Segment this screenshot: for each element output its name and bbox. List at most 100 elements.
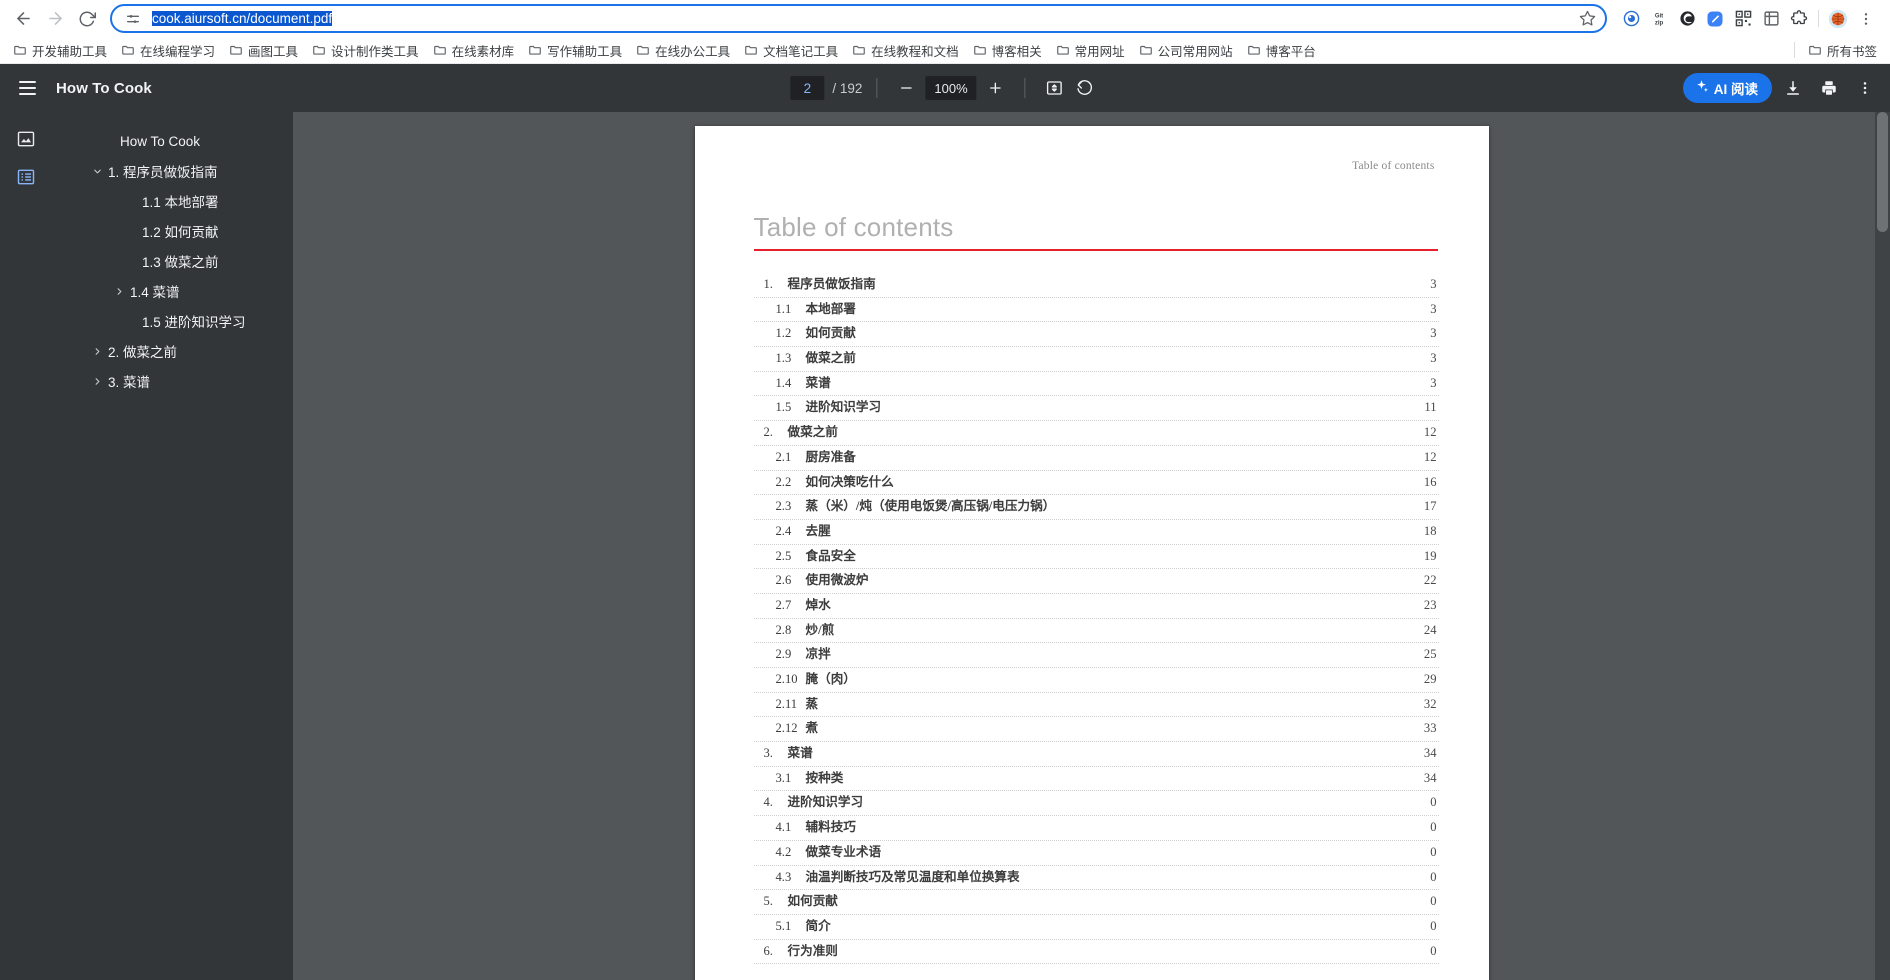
outline-item-label: 3. 菜谱	[108, 375, 151, 390]
toc-entry[interactable]: 2.4 去腥 18	[753, 520, 1439, 545]
bookmark-item[interactable]: 开发辅助工具	[6, 38, 114, 63]
extension-blue-note-icon[interactable]	[1701, 5, 1729, 33]
bookmark-item[interactable]: 设计制作类工具	[305, 38, 426, 63]
all-bookmarks-button[interactable]: 所有书签	[1801, 38, 1884, 63]
sidebar-toggle-button[interactable]	[10, 71, 44, 105]
ai-read-button[interactable]: AI 阅读	[1682, 73, 1772, 103]
chevron-right-icon[interactable]	[108, 286, 130, 297]
toc-entry[interactable]: 1.1 本地部署 3	[753, 298, 1439, 323]
pdf-page-area[interactable]: Table of contents Table of contents 1. 程序…	[293, 112, 1890, 980]
bookmark-item[interactable]: 画图工具	[222, 38, 305, 63]
address-bar[interactable]: cook.aiursoft.cn/document.pdf	[110, 4, 1607, 33]
toc-entry[interactable]: 1.5 进阶知识学习 11	[753, 396, 1439, 422]
toc-entry[interactable]: 2.9 凉拌 25	[753, 643, 1439, 668]
thumbnail-view-icon[interactable]	[13, 126, 39, 152]
toc-entry[interactable]: 2.12 煮 33	[753, 717, 1439, 743]
extension-dark-globe-icon[interactable]	[1673, 5, 1701, 33]
chevron-right-icon[interactable]	[86, 346, 108, 357]
bookmark-item[interactable]: 公司常用网站	[1132, 38, 1240, 63]
zoom-in-button[interactable]	[981, 73, 1011, 103]
scrollbar-thumb[interactable]	[1877, 112, 1888, 232]
outline-item-label: 2. 做菜之前	[108, 345, 178, 360]
toc-entry-title: 焯水	[805, 597, 831, 612]
toc-entry[interactable]: 1.3 做菜之前 3	[753, 347, 1439, 372]
toc-entry[interactable]: 3.1 按种类 34	[753, 767, 1439, 792]
toc-entry-number: 2.9	[775, 647, 792, 662]
reload-button[interactable]	[72, 4, 102, 34]
extension-grid-icon[interactable]	[1757, 5, 1785, 33]
toc-entry[interactable]: 2.8 炒/煎 24	[753, 619, 1439, 644]
toc-entry[interactable]: 4.3 油温判断技巧及常见温度和单位换算表 0	[753, 866, 1439, 891]
toc-entry[interactable]: 2.3 蒸（米）/炖（使用电饭煲/高压锅/电压力锅） 17	[753, 495, 1439, 520]
extensions-puzzle-icon[interactable]	[1785, 5, 1813, 33]
outline-item-1-2[interactable]: 1.2 如何贡献	[52, 216, 293, 246]
toc-entry[interactable]: 1.2 如何贡献 3	[753, 322, 1439, 348]
toc-entry[interactable]: 2.1 厨房准备 12	[753, 446, 1439, 471]
chrome-menu-icon[interactable]	[1852, 5, 1880, 33]
bookmark-item[interactable]: 在线编程学习	[114, 38, 222, 63]
outline-item-chapter-3[interactable]: 3. 菜谱	[52, 366, 293, 396]
toc-entry-number: 2.2	[775, 474, 792, 489]
outline-item-1-1[interactable]: 1.1 本地部署	[52, 186, 293, 216]
toc-entry[interactable]: 2.10 腌（肉） 29	[753, 668, 1439, 693]
folder-icon	[13, 43, 27, 57]
gitzip-extension-icon[interactable]: Git zip	[1645, 5, 1673, 33]
toc-entry-title: 厨房准备	[805, 449, 856, 464]
toc-entry[interactable]: 4.1 辅料技巧 0	[753, 816, 1439, 841]
vertical-scrollbar[interactable]	[1875, 112, 1890, 980]
fit-to-page-button[interactable]	[1040, 73, 1070, 103]
toc-entry[interactable]: 4. 进阶知识学习 0	[753, 791, 1439, 817]
profile-avatar-icon[interactable]	[1824, 5, 1852, 33]
toc-entry[interactable]: 3. 菜谱 34	[753, 742, 1439, 767]
outline-item-how-to-cook[interactable]: How To Cook	[52, 126, 293, 156]
toc-entry[interactable]: 5.1 简介 0	[753, 915, 1439, 940]
bookmark-item[interactable]: 写作辅助工具	[521, 38, 629, 63]
toc-entry[interactable]: 5. 如何贡献 0	[753, 890, 1439, 915]
forward-button[interactable]	[40, 4, 70, 34]
outline-item-label: 1.2 如何贡献	[142, 225, 219, 240]
bookmark-item[interactable]: 在线教程和文档	[845, 38, 966, 63]
toc-entry[interactable]: 2. 做菜之前 12	[753, 421, 1439, 446]
toc-entry-page-number: 0	[1430, 795, 1437, 810]
bookmark-item[interactable]: 在线素材库	[426, 38, 522, 63]
ai-read-label: AI 阅读	[1713, 82, 1758, 97]
toc-entry[interactable]: 2.6 使用微波炉 22	[753, 569, 1439, 594]
chevron-down-icon[interactable]	[86, 166, 108, 177]
toc-entry-page-number: 19	[1423, 548, 1437, 563]
sidebar-view-rail	[0, 112, 52, 980]
zoom-out-button[interactable]	[891, 73, 921, 103]
toc-entry[interactable]: 2.7 焯水 23	[753, 594, 1439, 619]
outline-item-1-4[interactable]: 1.4 菜谱	[52, 276, 293, 306]
zoom-level-display[interactable]: 100%	[925, 76, 977, 100]
outline-item-chapter-2[interactable]: 2. 做菜之前	[52, 336, 293, 366]
chevron-right-icon[interactable]	[86, 376, 108, 387]
toc-entry[interactable]: 6. 行为准则 0	[753, 940, 1439, 965]
outline-item-chapter-1[interactable]: 1. 程序员做饭指南	[52, 156, 293, 186]
bookmark-star-icon[interactable]	[1575, 7, 1599, 31]
extension-blue-circle-icon[interactable]	[1617, 5, 1645, 33]
more-actions-button[interactable]	[1850, 73, 1880, 103]
document-outline-icon[interactable]	[13, 164, 39, 190]
print-button[interactable]	[1814, 73, 1844, 103]
toc-entry[interactable]: 2.2 如何决策吃什么 16	[753, 471, 1439, 496]
url-text[interactable]: cook.aiursoft.cn/document.pdf	[152, 11, 1575, 26]
outline-item-1-3[interactable]: 1.3 做菜之前	[52, 246, 293, 276]
bookmark-item[interactable]: 博客相关	[966, 38, 1049, 63]
toc-entry-title: 蒸（米）/炖（使用电饭煲/高压锅/电压力锅）	[805, 499, 1056, 514]
rotate-button[interactable]	[1070, 73, 1100, 103]
toc-entry[interactable]: 2.11 蒸 32	[753, 693, 1439, 718]
toc-entry[interactable]: 4.2 做菜专业术语 0	[753, 841, 1439, 866]
page-number-input[interactable]: 2	[790, 76, 825, 100]
bookmark-item[interactable]: 博客平台	[1240, 38, 1323, 63]
back-button[interactable]	[8, 4, 38, 34]
toc-entry[interactable]: 1. 程序员做饭指南 3	[753, 273, 1439, 298]
page-info-icon[interactable]	[122, 8, 144, 30]
bookmark-item[interactable]: 文档笔记工具	[737, 38, 845, 63]
toc-entry[interactable]: 1.4 菜谱 3	[753, 372, 1439, 397]
toc-entry[interactable]: 2.5 食品安全 19	[753, 545, 1439, 570]
qr-code-extension-icon[interactable]	[1729, 5, 1757, 33]
bookmark-item[interactable]: 在线办公工具	[629, 38, 737, 63]
bookmark-item[interactable]: 常用网址	[1049, 38, 1132, 63]
outline-item-1-5[interactable]: 1.5 进阶知识学习	[52, 306, 293, 336]
download-button[interactable]	[1778, 73, 1808, 103]
